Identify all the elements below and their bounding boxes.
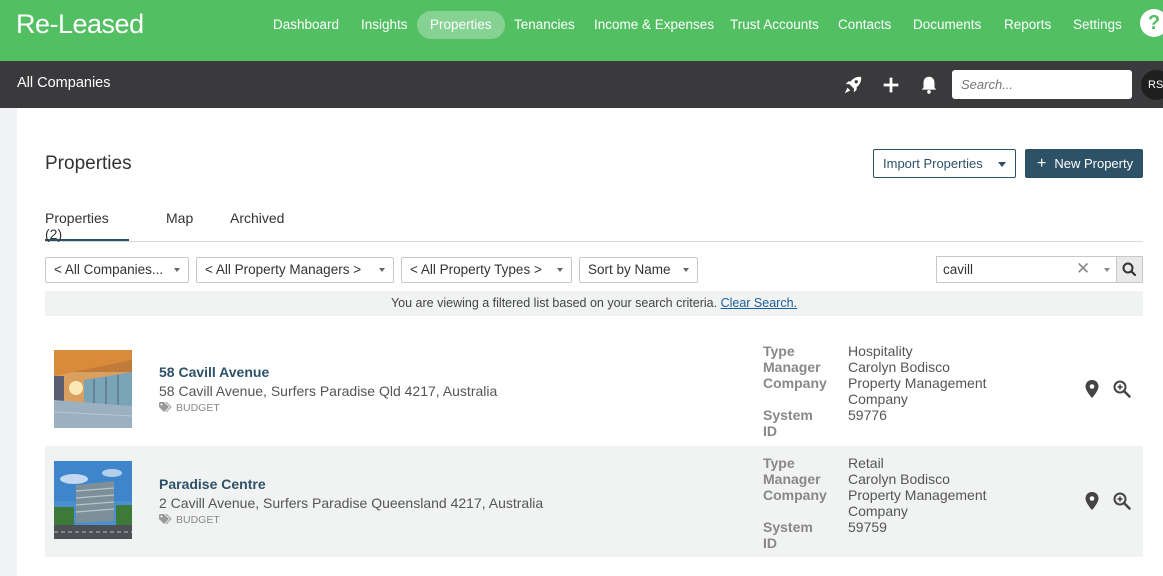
property-thumbnail[interactable] [54,350,132,428]
type-value: Hospitality [848,343,913,359]
sub-navbar: All Companies RS [0,61,1163,108]
nav-item-properties[interactable]: Properties [417,11,505,39]
sort-filter-label: Sort by Name [588,262,671,277]
new-property-label: New Property [1054,156,1134,171]
table-row[interactable]: Paradise Centre 2 Cavill Avenue, Surfers… [45,446,1143,557]
plus-icon: + [1037,155,1047,172]
company-filter[interactable]: < All Companies... [45,257,189,283]
tab-properties[interactable]: Properties (2) [45,210,129,242]
company-value: Property Management [848,375,987,391]
type-value: Retail [848,455,884,471]
property-tag-label: BUDGET [176,402,220,414]
left-gutter [0,108,17,576]
company-value-line2: Company [848,391,908,407]
plus-icon[interactable] [880,74,902,96]
map-pin-icon[interactable] [1082,379,1102,399]
type-label: Type [763,455,795,471]
table-row[interactable]: 58 Cavill Avenue 58 Cavill Avenue, Surfe… [45,335,1143,446]
map-pin-icon[interactable] [1082,491,1102,511]
search-button[interactable] [1116,256,1143,283]
company-value: Property Management [848,487,987,503]
system-id-value: 59776 [848,407,887,423]
property-type-filter[interactable]: < All Property Types > [401,257,572,283]
property-type-filter-label: < All Property Types > [410,262,542,277]
property-name-link[interactable]: Paradise Centre [159,476,266,492]
tag-icon [159,401,172,413]
import-properties-label: Import Properties [883,156,983,171]
chevron-down-icon [998,162,1006,167]
id-label: ID [763,535,777,551]
nav-item-trust-accounts[interactable]: Trust Accounts [717,11,832,39]
tab-bar: Properties (2) Map Archived [45,210,1143,242]
app-logo[interactable]: Re-Leased [16,9,144,40]
nav-item-insights[interactable]: Insights [348,11,421,39]
property-name-link[interactable]: 58 Cavill Avenue [159,364,269,380]
company-label: Company [763,487,827,503]
global-search-input[interactable] [952,70,1132,99]
nav-item-settings[interactable]: Settings [1060,11,1135,39]
property-address: 58 Cavill Avenue, Surfers Paradise Qld 4… [159,383,498,399]
chevron-down-icon [379,268,385,272]
bell-icon[interactable] [918,74,940,96]
zoom-in-icon[interactable] [1112,379,1132,399]
page-title: Properties [45,153,132,174]
nav-item-tenancies[interactable]: Tenancies [501,11,588,39]
filter-notice-text: You are viewing a filtered list based on… [390,296,718,310]
property-manager-filter-label: < All Property Managers > [205,262,362,277]
chevron-down-icon[interactable] [1104,268,1110,272]
property-address: 2 Cavill Avenue, Surfers Paradise Queens… [159,495,544,511]
company-value-line2: Company [848,503,908,519]
new-property-button[interactable]: + New Property [1025,149,1143,178]
property-tag: BUDGET [159,401,220,414]
type-label: Type [763,343,795,359]
chevron-down-icon [683,268,689,272]
rocket-icon[interactable] [842,74,864,96]
clear-search-link[interactable]: Clear Search. [721,296,797,310]
nav-item-dashboard[interactable]: Dashboard [260,11,352,39]
close-icon[interactable]: ✕ [1076,256,1090,281]
tab-map[interactable]: Map [166,210,193,241]
tab-archived[interactable]: Archived [230,210,284,241]
system-id-value: 59759 [848,519,887,535]
chevron-down-icon [557,268,563,272]
manager-label: Manager [763,471,821,487]
top-navbar: Re-Leased Dashboard Insights Properties … [0,0,1163,61]
nav-item-contacts[interactable]: Contacts [825,11,904,39]
property-thumbnail[interactable] [54,461,132,539]
manager-value: Carolyn Bodisco [848,359,950,375]
sort-filter[interactable]: Sort by Name [579,257,698,283]
help-icon[interactable]: ? [1140,9,1163,37]
company-selector[interactable]: All Companies [17,75,111,91]
search-value: cavill [943,262,974,277]
zoom-in-icon[interactable] [1112,491,1132,511]
property-manager-filter[interactable]: < All Property Managers > [196,257,394,283]
avatar[interactable]: RS [1141,70,1163,100]
property-tag-label: BUDGET [176,514,220,526]
system-label: System [763,407,813,423]
id-label: ID [763,423,777,439]
chevron-down-icon [174,268,180,272]
manager-label: Manager [763,359,821,375]
import-properties-button[interactable]: Import Properties [873,149,1016,178]
property-search-input[interactable]: cavill ✕ [936,256,1117,283]
tag-icon [159,513,172,525]
company-filter-label: < All Companies... [54,262,164,277]
property-tag: BUDGET [159,513,220,526]
nav-item-income-expenses[interactable]: Income & Expenses [581,11,727,39]
company-label: Company [763,375,827,391]
nav-item-documents[interactable]: Documents [900,11,994,39]
system-label: System [763,519,813,535]
manager-value: Carolyn Bodisco [848,471,950,487]
search-icon [1122,262,1137,277]
nav-item-reports[interactable]: Reports [991,11,1064,39]
filter-notice: You are viewing a filtered list based on… [45,291,1143,316]
